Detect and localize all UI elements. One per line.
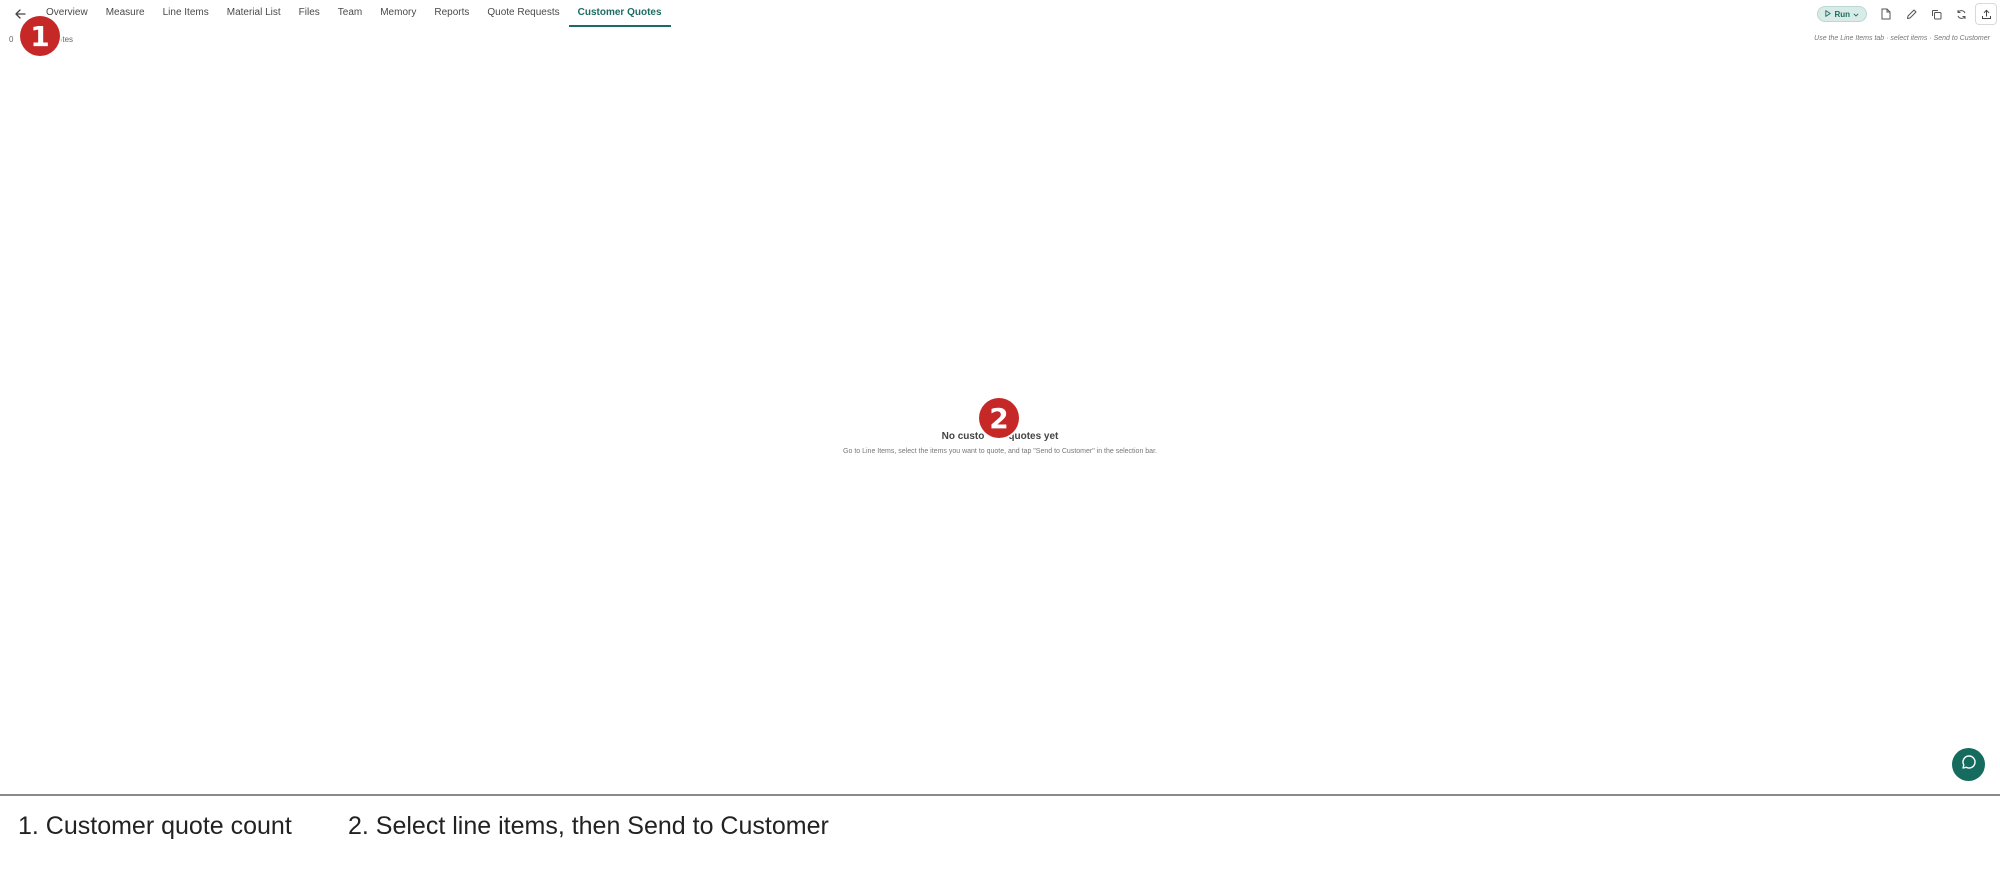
legend-item-2: 2. Select line items, then Send to Custo… <box>348 812 829 840</box>
chat-bubble-icon <box>1961 754 1977 775</box>
quote-count-number: 0 <box>9 35 14 44</box>
upload-icon[interactable] <box>1975 3 1997 25</box>
run-button[interactable]: Run <box>1817 6 1867 22</box>
chat-button[interactable] <box>1952 748 1985 781</box>
legend-item-1: 1. Customer quote count <box>18 812 292 840</box>
tab-material-list[interactable]: Material List <box>218 0 290 27</box>
tab-memory[interactable]: Memory <box>371 0 425 27</box>
tab-measure[interactable]: Measure <box>97 0 154 27</box>
toolbar-actions: Run <box>1817 3 2000 25</box>
empty-state-title-end: quotes yet <box>1008 431 1059 442</box>
refresh-icon[interactable] <box>1950 3 1972 25</box>
play-icon <box>1825 9 1832 19</box>
copy-icon[interactable] <box>1925 3 1947 25</box>
empty-state-title-start: No custo <box>941 431 985 442</box>
tab-reports[interactable]: Reports <box>425 0 478 27</box>
document-icon[interactable] <box>1875 3 1897 25</box>
run-button-label: Run <box>1834 9 1850 19</box>
annotation-legend: 1. Customer quote count 2. Select line i… <box>0 796 2000 869</box>
top-navigation-bar: Overview Measure Line Items Material Lis… <box>0 0 2000 27</box>
annotation-marker-1: 1 <box>20 16 60 56</box>
edit-icon[interactable] <box>1900 3 1922 25</box>
tab-files[interactable]: Files <box>290 0 329 27</box>
chevron-down-icon <box>1853 10 1859 19</box>
empty-state-description: Go to Line Items, select the items you w… <box>843 448 1157 455</box>
tab-customer-quotes[interactable]: Customer Quotes <box>568 0 671 27</box>
annotation-marker-2: 2 <box>979 398 1019 438</box>
back-arrow-icon[interactable] <box>12 6 28 22</box>
tab-team[interactable]: Team <box>329 0 371 27</box>
tab-line-items[interactable]: Line Items <box>154 0 218 27</box>
tab-list: Overview Measure Line Items Material Lis… <box>37 0 671 27</box>
send-to-customer-hint: Use the Line Items tab · select items · … <box>1814 35 1990 42</box>
tab-quote-requests[interactable]: Quote Requests <box>478 0 568 27</box>
